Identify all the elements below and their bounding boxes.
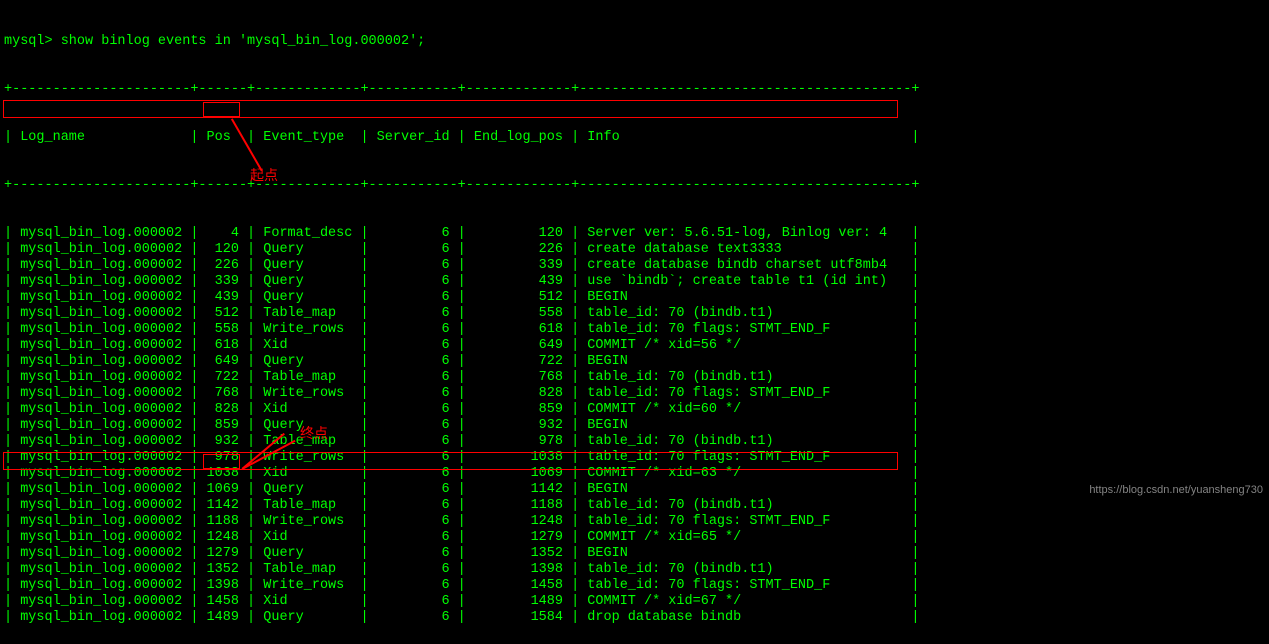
table-row: | mysql_bin_log.000002 | 339 | Query | 6… — [4, 274, 1265, 290]
table-row-text: | mysql_bin_log.000002 | 722 | Table_map… — [4, 370, 919, 386]
table-row-text: | mysql_bin_log.000002 | 339 | Query | 6… — [4, 274, 919, 290]
table-row-text: | mysql_bin_log.000002 | 618 | Xid | 6 |… — [4, 338, 919, 354]
table-row: | mysql_bin_log.000002 | 1248 | Xid | 6 … — [4, 530, 1265, 546]
mysql-prompt: mysql> show binlog events in 'mysql_bin_… — [4, 34, 425, 50]
table-row: | mysql_bin_log.000002 | 226 | Query | 6… — [4, 258, 1265, 274]
table-row: | mysql_bin_log.000002 | 978 | Write_row… — [4, 450, 1265, 466]
table-row-text: | mysql_bin_log.000002 | 558 | Write_row… — [4, 322, 919, 338]
table-row-text: | mysql_bin_log.000002 | 1279 | Query | … — [4, 546, 919, 562]
table-row-text: | mysql_bin_log.000002 | 1188 | Write_ro… — [4, 514, 919, 530]
table-row: | mysql_bin_log.000002 | 859 | Query | 6… — [4, 418, 1265, 434]
table-row-text: | mysql_bin_log.000002 | 1398 | Write_ro… — [4, 578, 919, 594]
table-row: | mysql_bin_log.000002 | 932 | Table_map… — [4, 434, 1265, 450]
table-row-text: | mysql_bin_log.000002 | 1489 | Query | … — [4, 610, 919, 626]
prompt-line: mysql> show binlog events in 'mysql_bin_… — [4, 34, 1265, 50]
table-row: | mysql_bin_log.000002 | 1142 | Table_ma… — [4, 498, 1265, 514]
table-header: | Log_name | Pos | Event_type | Server_i… — [4, 130, 1265, 146]
watermark: https://blog.csdn.net/yuansheng730 — [1089, 482, 1263, 498]
table-row: | mysql_bin_log.000002 | 120 | Query | 6… — [4, 242, 1265, 258]
table-row-text: | mysql_bin_log.000002 | 932 | Table_map… — [4, 434, 919, 450]
table-row: | mysql_bin_log.000002 | 1458 | Xid | 6 … — [4, 594, 1265, 610]
table-row: | mysql_bin_log.000002 | 1038 | Xid | 6 … — [4, 466, 1265, 482]
table-row-text: | mysql_bin_log.000002 | 4 | Format_desc… — [4, 226, 919, 242]
table-row: | mysql_bin_log.000002 | 1489 | Query | … — [4, 610, 1265, 626]
table-row-text: | mysql_bin_log.000002 | 859 | Query | 6… — [4, 418, 919, 434]
table-row-text: | mysql_bin_log.000002 | 828 | Xid | 6 |… — [4, 402, 919, 418]
table-row-text: | mysql_bin_log.000002 | 512 | Table_map… — [4, 306, 919, 322]
table-row: | mysql_bin_log.000002 | 512 | Table_map… — [4, 306, 1265, 322]
table-row: | mysql_bin_log.000002 | 1069 | Query | … — [4, 482, 1265, 498]
table-row-text: | mysql_bin_log.000002 | 226 | Query | 6… — [4, 258, 919, 274]
table-row: | mysql_bin_log.000002 | 558 | Write_row… — [4, 322, 1265, 338]
table-row: | mysql_bin_log.000002 | 1188 | Write_ro… — [4, 514, 1265, 530]
table-row-text: | mysql_bin_log.000002 | 439 | Query | 6… — [4, 290, 919, 306]
table-border-top: +----------------------+------+---------… — [4, 82, 1265, 98]
table-row-text: | mysql_bin_log.000002 | 1069 | Query | … — [4, 482, 919, 498]
table-row-text: | mysql_bin_log.000002 | 1248 | Xid | 6 … — [4, 530, 919, 546]
table-row: | mysql_bin_log.000002 | 722 | Table_map… — [4, 370, 1265, 386]
table-row-text: | mysql_bin_log.000002 | 1142 | Table_ma… — [4, 498, 919, 514]
table-row-text: | mysql_bin_log.000002 | 1038 | Xid | 6 … — [4, 466, 919, 482]
table-row-text: | mysql_bin_log.000002 | 1458 | Xid | 6 … — [4, 594, 919, 610]
table-row: | mysql_bin_log.000002 | 439 | Query | 6… — [4, 290, 1265, 306]
table-row: | mysql_bin_log.000002 | 1398 | Write_ro… — [4, 578, 1265, 594]
table-row-text: | mysql_bin_log.000002 | 120 | Query | 6… — [4, 242, 919, 258]
table-row: | mysql_bin_log.000002 | 828 | Xid | 6 |… — [4, 402, 1265, 418]
table-row: | mysql_bin_log.000002 | 1352 | Table_ma… — [4, 562, 1265, 578]
table-border-mid: +----------------------+------+---------… — [4, 178, 1265, 194]
table-row: | mysql_bin_log.000002 | 4 | Format_desc… — [4, 226, 1265, 242]
table-row-text: | mysql_bin_log.000002 | 978 | Write_row… — [4, 450, 919, 466]
table-row: | mysql_bin_log.000002 | 1279 | Query | … — [4, 546, 1265, 562]
terminal-output[interactable]: mysql> show binlog events in 'mysql_bin_… — [0, 0, 1269, 644]
table-row-text: | mysql_bin_log.000002 | 768 | Write_row… — [4, 386, 919, 402]
table-row: | mysql_bin_log.000002 | 768 | Write_row… — [4, 386, 1265, 402]
table-row-text: | mysql_bin_log.000002 | 1352 | Table_ma… — [4, 562, 919, 578]
table-row-text: | mysql_bin_log.000002 | 649 | Query | 6… — [4, 354, 919, 370]
table-row: | mysql_bin_log.000002 | 618 | Xid | 6 |… — [4, 338, 1265, 354]
table-row: | mysql_bin_log.000002 | 649 | Query | 6… — [4, 354, 1265, 370]
